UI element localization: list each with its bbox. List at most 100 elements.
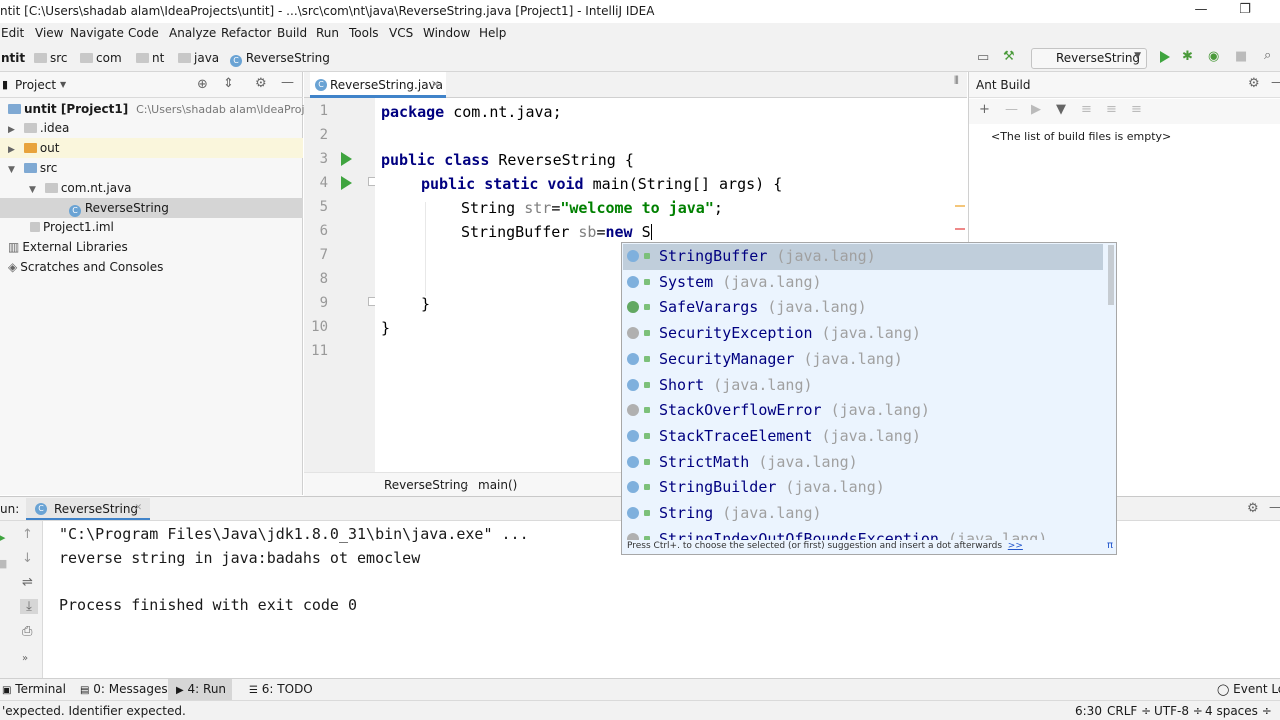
scroll-to-end-icon[interactable]: ⤓ <box>20 599 38 614</box>
completion-item[interactable]: StringBuilder (java.lang) <box>623 475 1103 501</box>
completion-item[interactable]: StringBuffer (java.lang) <box>623 244 1103 270</box>
breadcrumb-method[interactable]: main() <box>478 478 517 492</box>
breadcrumb-nt[interactable]: nt <box>136 51 164 65</box>
line-separator[interactable]: CRLF ÷ <box>1107 704 1151 718</box>
menu-code[interactable]: Code <box>128 26 159 40</box>
menu-refactor[interactable]: Refactor <box>221 26 271 40</box>
popup-scrollbar-thumb[interactable] <box>1108 245 1114 305</box>
breadcrumb-project[interactable]: ntit <box>1 51 25 65</box>
tree-item-package[interactable]: ▼ com.nt.java <box>0 178 303 198</box>
tab-terminal[interactable]: ▣ Terminal <box>2 682 66 696</box>
close-icon[interactable]: ✕ <box>431 78 440 91</box>
menu-help[interactable]: Help <box>479 26 506 40</box>
breadcrumb-src[interactable]: src <box>34 51 68 65</box>
caret-position[interactable]: 6:30 <box>1075 704 1102 718</box>
coverage-icon[interactable]: ◉ <box>1208 49 1219 64</box>
tree-item-idea[interactable]: ▶ .idea <box>0 118 303 138</box>
hide-icon[interactable]: — <box>1271 75 1280 90</box>
breadcrumb-class[interactable]: ReverseString <box>384 478 468 492</box>
completion-item[interactable]: SecurityException (java.lang) <box>623 321 1103 347</box>
run-main-icon[interactable] <box>341 176 352 190</box>
sort-icon[interactable]: ≡ <box>1081 102 1092 117</box>
menu-window[interactable]: Window <box>423 26 470 40</box>
search-icon[interactable]: ⌕ <box>1264 48 1271 63</box>
filter-icon[interactable]: ▼ <box>1056 102 1066 117</box>
locate-icon[interactable]: ⊕ <box>197 77 208 92</box>
indent-setting[interactable]: 4 spaces ÷ <box>1205 704 1272 718</box>
completion-item[interactable]: SafeVarargs (java.lang) <box>623 295 1103 321</box>
menu-edit[interactable]: Edit <box>1 26 24 40</box>
tree-item-class[interactable]: C ReverseString <box>0 198 303 218</box>
tab-event-log[interactable]: ◯ Event Log <box>1217 682 1280 696</box>
completion-item[interactable]: StrictMath (java.lang) <box>623 450 1103 476</box>
stop-icon[interactable]: ■ <box>0 557 7 570</box>
tree-item-out[interactable]: ▶ out <box>0 138 303 158</box>
tab-reversestring-java[interactable]: C ReverseString.java ✕ <box>310 72 446 98</box>
gear-icon[interactable]: ⚙ <box>1247 501 1259 516</box>
menu-navigate[interactable]: Navigate <box>70 26 124 40</box>
menu-analyze[interactable]: Analyze <box>169 26 216 40</box>
gear-icon[interactable]: ⚙ <box>1248 76 1260 91</box>
hide-icon[interactable]: — <box>281 75 294 90</box>
tree-item-src[interactable]: ▼ src <box>0 158 303 178</box>
print-icon[interactable]: ⎙ <box>22 624 32 639</box>
chevron-right-icon[interactable]: ▶ <box>8 145 20 155</box>
run-target-icon[interactable]: ▶ <box>1031 102 1041 117</box>
collapse-all-icon[interactable]: ≡ <box>1131 102 1142 117</box>
run-class-icon[interactable] <box>341 152 352 166</box>
hint-more-link[interactable]: >> <box>1008 541 1023 551</box>
minimize-button[interactable]: — <box>1186 2 1216 20</box>
menu-tools[interactable]: Tools <box>349 26 379 40</box>
project-view-selector[interactable]: Project <box>15 78 56 92</box>
tree-item-iml[interactable]: Project1.iml <box>0 217 303 237</box>
menu-run[interactable]: Run <box>316 26 339 40</box>
layout-icon[interactable]: ▭ <box>977 50 989 65</box>
tree-item-project-root[interactable]: untit [Project1] C:\Users\shadab alam\Id… <box>0 99 338 119</box>
warning-stripe[interactable] <box>955 205 965 207</box>
tree-item-scratches[interactable]: ◈ Scratches and Consoles <box>0 257 303 277</box>
up-arrow-icon[interactable]: ↑ <box>22 527 33 542</box>
soft-wrap-icon[interactable]: ⇌ <box>22 575 33 590</box>
build-hammer-icon[interactable]: ⚒ <box>1003 49 1015 64</box>
tab-messages[interactable]: ▤ 0: Messages <box>80 682 168 696</box>
tab-run[interactable]: ▶ 4: Run <box>168 679 233 700</box>
hide-icon[interactable]: — <box>1269 500 1280 515</box>
split-icon[interactable]: ⦀ <box>954 74 959 88</box>
expand-all-icon[interactable]: ≡ <box>1106 102 1117 117</box>
completion-item[interactable]: SecurityManager (java.lang) <box>623 347 1103 373</box>
menu-build[interactable]: Build <box>277 26 307 40</box>
stop-icon[interactable]: ■ <box>1235 49 1247 64</box>
completion-item[interactable]: StackTraceElement (java.lang) <box>623 424 1103 450</box>
chevron-down-icon[interactable]: ▼ <box>29 185 41 195</box>
tab-run-reversestring[interactable]: C ReverseString ✕ <box>26 498 150 520</box>
completion-item[interactable]: Short (java.lang) <box>623 373 1103 399</box>
rerun-icon[interactable]: ▶ <box>0 531 5 544</box>
menu-vcs[interactable]: VCS <box>389 26 413 40</box>
run-configuration-select[interactable]: ReverseString ▼ <box>1031 48 1147 69</box>
restore-button[interactable]: ❐ <box>1230 2 1260 20</box>
chevron-down-icon[interactable]: ▼ <box>60 80 66 89</box>
tab-todo[interactable]: ☰ 6: TODO <box>249 682 313 696</box>
breadcrumb-com[interactable]: com <box>80 51 122 65</box>
completion-item[interactable]: System (java.lang) <box>623 270 1103 296</box>
tree-item-external-libraries[interactable]: ▥ External Libraries <box>0 237 303 257</box>
run-icon[interactable] <box>1160 51 1170 63</box>
completion-item[interactable]: StackOverflowError (java.lang) <box>623 398 1103 424</box>
down-arrow-icon[interactable]: ↓ <box>22 551 33 566</box>
gear-icon[interactable]: ⚙ <box>255 76 267 91</box>
chevron-right-icon[interactable]: ▶ <box>8 125 20 135</box>
breadcrumb-java[interactable]: java <box>178 51 219 65</box>
debug-icon[interactable]: ✱ <box>1182 49 1193 64</box>
error-stripe[interactable] <box>955 228 965 230</box>
more-icon[interactable]: » <box>22 653 28 664</box>
completion-item[interactable]: String (java.lang) <box>623 501 1103 527</box>
menu-view[interactable]: View <box>35 26 63 40</box>
add-icon[interactable]: + <box>979 102 990 117</box>
collapse-all-icon[interactable]: ⇕ <box>223 76 234 91</box>
remove-icon[interactable]: — <box>1005 102 1018 117</box>
chevron-down-icon[interactable]: ▼ <box>8 165 20 175</box>
pi-icon[interactable]: π <box>1107 540 1113 551</box>
close-icon[interactable]: ✕ <box>134 503 142 513</box>
breadcrumb-class[interactable]: C ReverseString <box>230 51 330 67</box>
file-encoding[interactable]: UTF-8 ÷ <box>1154 704 1203 718</box>
